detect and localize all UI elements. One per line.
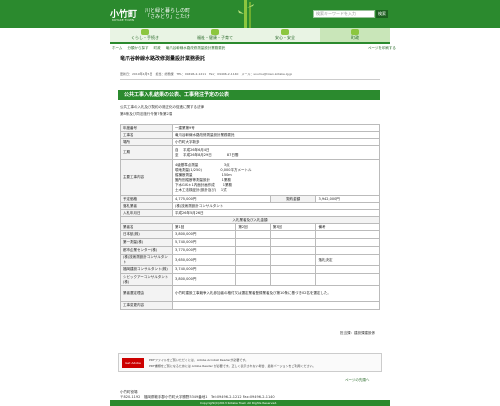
site-header: 小竹町 KOTAKE TOWN 川と緑と暮らしの町「さみどり」こたけ 検索キーワ…	[0, 0, 500, 28]
breadcrumb-section[interactable]: 町政	[154, 46, 161, 50]
table-row: 場所 小竹町大字新多	[120, 138, 380, 146]
breadcrumb: ホーム 分類から探す 町政 竜爪谷幹線水路改修測量設計業務委託	[112, 46, 392, 52]
table-row: 業者選定理由 小竹町建設工事競争入札参加者の格付又は選定業者登録業者及び第10条…	[120, 285, 380, 302]
table-row: 予定価格 4,775,000円 契約金額 3,942,000円	[120, 195, 380, 203]
bamboo-icon	[238, 0, 254, 28]
search-button[interactable]: 検索	[376, 10, 388, 18]
site-tagline: 川と緑と暮らしの町「さみどり」こたけ	[145, 8, 191, 20]
nav-item-government[interactable]: 町政	[320, 28, 390, 42]
pdf-note-2: PDF書類をご覧になるためには Adobe Reader が必要です。正しく表示…	[149, 364, 316, 368]
table-row: シビックアーコンサルタント(株) 3,800,000円	[120, 273, 380, 286]
table-row: 日本航(株) 3,800,000円	[120, 230, 380, 239]
table-row: 工事変更内容	[120, 301, 380, 310]
table-row: 工期 自 平成26年6月4日 至 平成26年8月29日 87日間	[120, 145, 380, 160]
department-sign: 担当課：建設課建設係	[340, 331, 375, 335]
table-row: (株)技術測設計コンサルタント 3,650,000円 落札決定	[120, 254, 380, 266]
breadcrumb-category[interactable]: 分類から探す	[128, 46, 149, 50]
copyright: Copyright(C)2013 Kotake Town All Rights …	[200, 401, 278, 405]
table-row: 第一測量(株) 5,740,000円	[120, 238, 380, 247]
nav-item-welfare[interactable]: 福祉・健康・子育て	[180, 28, 250, 42]
breadcrumb-current: 竜爪谷幹線水路改修測量設計業務委託	[165, 46, 226, 50]
pdf-note-1: PDFファイルをご覧いただくには、Adobe Acrobat Readerが必要…	[149, 358, 249, 362]
update-meta: 更新日：2019年4月5日 担当：総務課 TEL：09496-2-1211 Fa…	[120, 72, 293, 76]
page-title: 竜爪谷幹線水路改修測量設計業務委託	[120, 56, 206, 62]
town-logo-sub: KOTAKE TOWN	[112, 18, 135, 22]
section-heading: 公共工事入札結果の公表、工事発注予定の公表	[118, 90, 380, 100]
nav-item-living[interactable]: くらし・手続き	[110, 28, 180, 42]
adobe-reader-badge[interactable]: Get Adobe Reader	[122, 358, 144, 375]
search-input[interactable]: 検索キーワードを入力	[313, 10, 375, 18]
table-row: 入札年月日 平成26年5月26日	[120, 209, 380, 217]
table-row: 都市企業センター(株) 3,770,000円	[120, 246, 380, 255]
page-top-link[interactable]: ページの先頭へ	[345, 378, 369, 383]
breadcrumb-home[interactable]: ホーム	[112, 46, 122, 50]
divider	[120, 79, 380, 80]
contract-table: 年度番号 一建業第9号 工事名 竜爪谷幹線水路改修測量設計業務委託 場所 小竹町…	[120, 124, 380, 310]
table-row: 入札業者及び入札金額	[120, 216, 380, 224]
global-nav: くらし・手続き 福祉・健康・子育て 安心・安全 町政	[110, 28, 390, 44]
table-row: 工事名 竜爪谷幹線水路改修測量設計業務委託	[120, 131, 380, 139]
intro-text-2: 第8条及び同法施行令第7条第2項	[120, 112, 173, 116]
print-link[interactable]: ページを印刷する	[368, 46, 396, 51]
table-header-row: 業者名 第1回 第2回 第3回 備考	[120, 223, 380, 231]
table-row: 主要工事内容 4級基準点測量 3点 現地測量(1/250) 0,000平方メート…	[120, 159, 380, 196]
intro-text-1: 公共工事の入札及び契約の適正化の促進に関する法律	[120, 105, 204, 109]
nav-item-safety[interactable]: 安心・安全	[250, 28, 320, 42]
table-row: 年度番号 一建業第9号	[120, 124, 380, 132]
table-row: 落札業者 (株)技術測設計コンサルタント	[120, 202, 380, 210]
pdf-notice: Get Adobe Reader PDFファイルをご覧いただくには、Adobe …	[118, 353, 382, 375]
table-row: 福岡建設コンサルタント(株) 3,740,000円	[120, 265, 380, 274]
